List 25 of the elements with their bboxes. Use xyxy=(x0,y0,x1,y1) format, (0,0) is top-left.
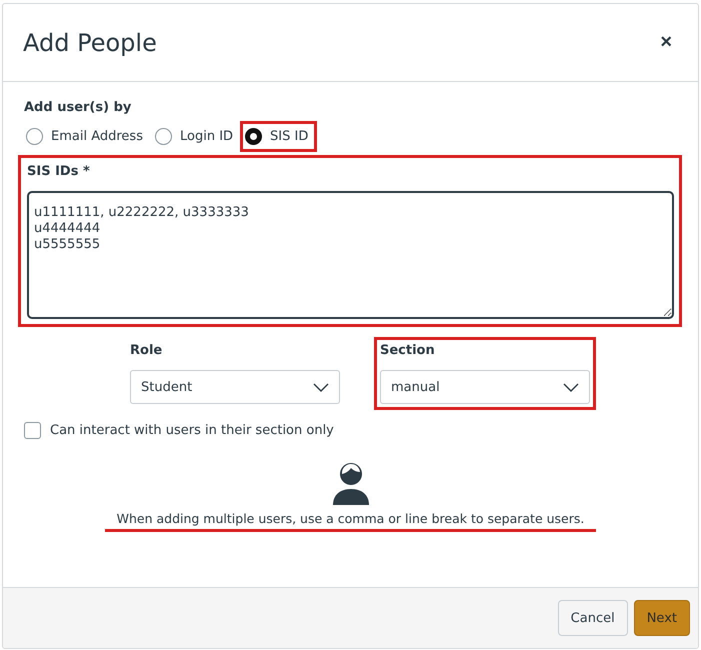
radio-option[interactable]: Login ID xyxy=(152,124,240,149)
chevron-down-icon xyxy=(563,382,579,392)
select-label: Role xyxy=(130,343,164,358)
select-value: Student xyxy=(141,380,192,394)
radio-button[interactable] xyxy=(26,128,43,145)
dialog-title: Add People xyxy=(23,28,157,56)
hint-text: When adding multiple users, use a comma or line break to separate users. xyxy=(104,511,596,532)
chevron-down-icon xyxy=(313,382,329,392)
dropdown-select[interactable]: Student xyxy=(130,370,340,404)
radio-button[interactable] xyxy=(245,128,262,145)
highlighted-radio-option[interactable]: SIS ID xyxy=(243,124,314,149)
radio-option[interactable]: Email Address xyxy=(24,124,149,149)
radio-button[interactable] xyxy=(154,128,172,145)
ids-input-field[interactable]: u1111111, u2222222, u3333333 u4444444 u5555555 xyxy=(27,191,674,319)
cancel-button[interactable]: Cancel xyxy=(558,600,628,636)
select-value: manual xyxy=(391,380,440,394)
add-by-label: Add user(s) by xyxy=(24,100,132,115)
field-label: SIS IDs * xyxy=(27,164,91,179)
next-button[interactable]: Next xyxy=(634,600,690,636)
select-label: Section xyxy=(380,343,436,358)
dropdown-select[interactable]: manual xyxy=(380,370,590,404)
close-button[interactable]: × xyxy=(656,31,676,54)
user-icon xyxy=(330,461,370,505)
checkbox[interactable] xyxy=(24,422,41,439)
section-only-checkbox[interactable]: Can interact with users in their section only xyxy=(24,422,677,439)
